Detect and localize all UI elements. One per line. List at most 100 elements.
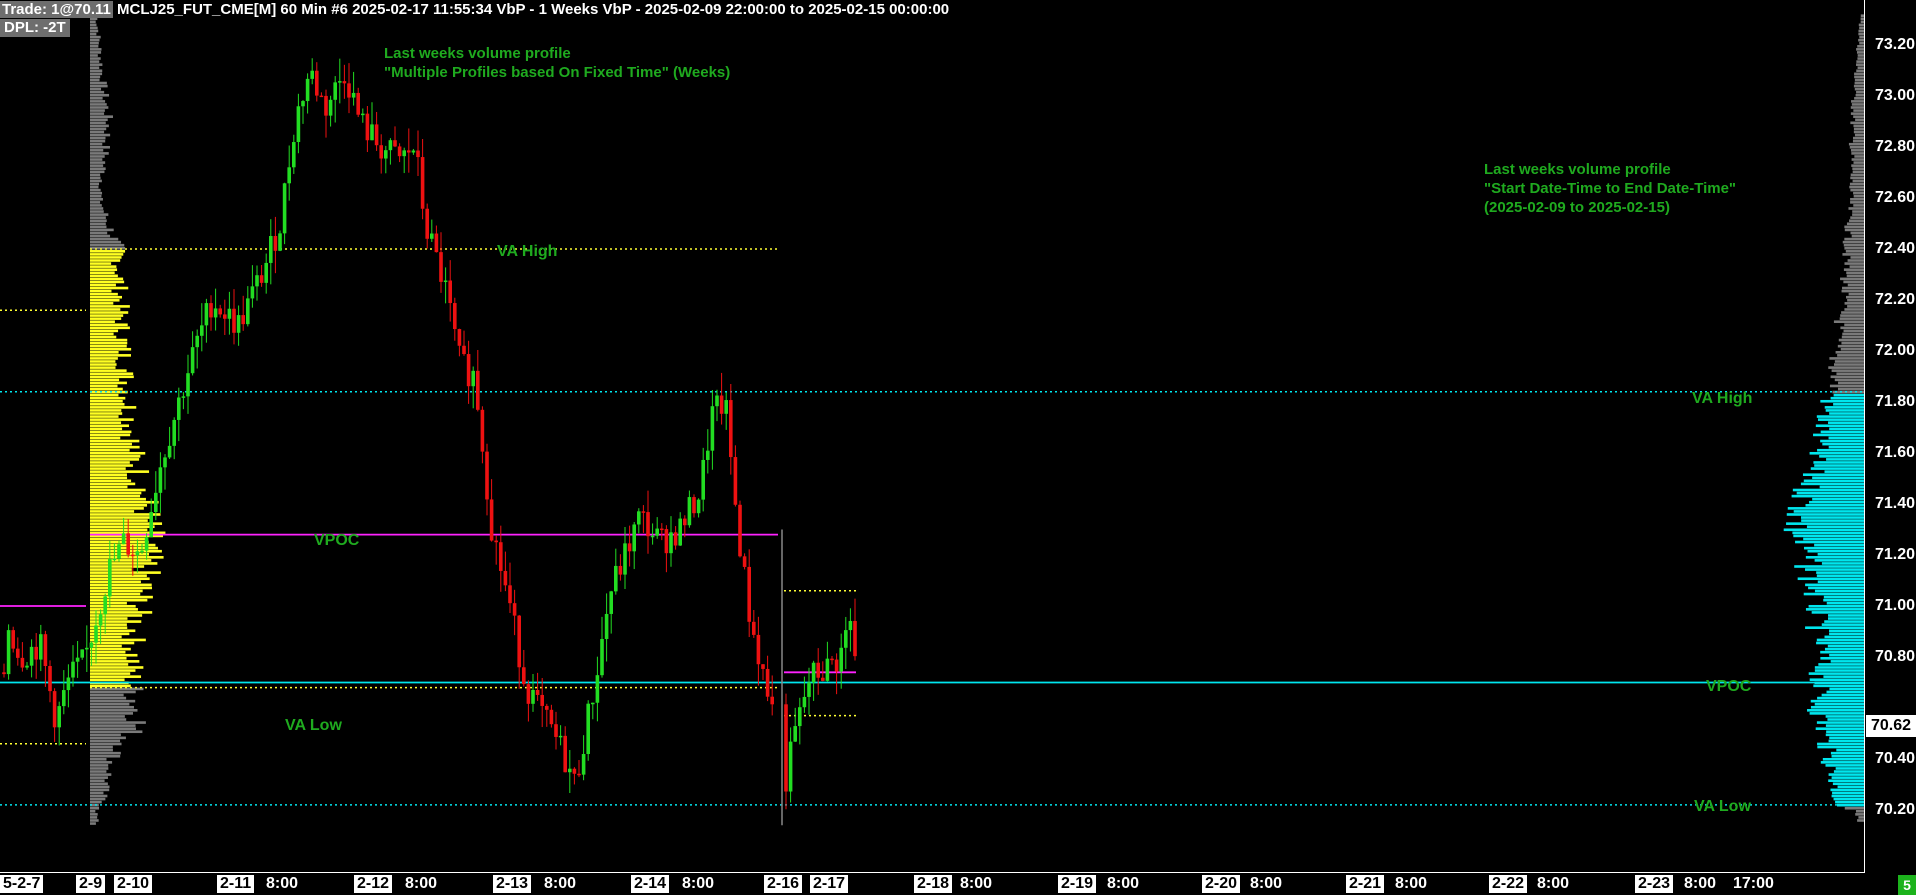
left-profile-bar	[90, 727, 136, 730]
left-profile-bar	[90, 574, 147, 577]
left-profile-bar	[90, 81, 107, 85]
right-profile-bar	[1791, 494, 1864, 498]
candle-body	[798, 707, 802, 727]
right-profile-bar	[1851, 103, 1864, 106]
candle-body	[397, 146, 402, 157]
price-chart[interactable]	[0, 0, 1916, 895]
candle-body	[259, 275, 264, 283]
left-profile-bar	[90, 149, 104, 152]
left-profile-bar	[90, 393, 119, 397]
left-profile-bar	[90, 427, 123, 431]
left-vpoc-label: VPOC	[314, 532, 360, 549]
left-profile-bar	[90, 38, 100, 42]
left-profile-bar	[90, 145, 110, 149]
left-va-low-label: VA Low	[285, 717, 342, 734]
left-profile-bar	[90, 614, 143, 617]
candle-body	[853, 620, 857, 657]
corner-badge: 5	[1898, 875, 1916, 895]
left-profile-bar	[90, 724, 136, 727]
right-profile-bar	[1786, 522, 1864, 525]
candle-body	[563, 735, 567, 773]
left-profile-bar	[90, 179, 102, 183]
left-profile-bar	[90, 243, 125, 247]
right-profile-bar	[1825, 724, 1864, 727]
left-profile-bar	[90, 712, 133, 715]
right-profile-bar	[1832, 782, 1864, 786]
candle-body	[480, 409, 485, 452]
candle-body	[407, 150, 411, 153]
left-profile-bar	[90, 445, 140, 449]
candle-body	[204, 303, 209, 326]
candle-body	[687, 497, 692, 526]
left-profile-bar	[90, 806, 100, 810]
right-profile-bar	[1822, 442, 1864, 446]
left-profile-bar	[90, 308, 121, 311]
right-profile-bar	[1793, 510, 1864, 513]
right-profile-bar	[1808, 604, 1864, 608]
candle-body	[98, 614, 103, 626]
candle-body	[756, 634, 761, 665]
right-profile-bar	[1837, 387, 1864, 391]
candle-body	[402, 150, 406, 157]
candle-body	[586, 703, 590, 755]
right-profile-bar	[1828, 739, 1864, 743]
left-profile-bar	[90, 528, 148, 532]
candle-body	[273, 236, 278, 251]
candle-body	[167, 445, 172, 458]
left-profile-bar	[90, 696, 127, 700]
left-profile-bar	[90, 363, 117, 366]
left-profile-bar	[90, 32, 97, 36]
right-profile-bar	[1820, 761, 1864, 764]
left-profile-bar	[90, 280, 125, 284]
candle-body	[282, 183, 287, 234]
left-profile-bar	[90, 41, 99, 45]
right-profile-bar	[1850, 201, 1864, 204]
candle-body	[218, 308, 222, 315]
right-profile-bar	[1797, 577, 1864, 581]
right-profile-bar	[1840, 326, 1864, 330]
candle-body	[471, 370, 475, 387]
left-profile-bar	[90, 63, 103, 66]
right-profile-bar	[1837, 354, 1864, 357]
left-profile-bar	[90, 225, 107, 229]
left-profile-bar	[90, 106, 109, 109]
candle-body	[57, 706, 61, 728]
right-profile-bar	[1828, 436, 1864, 440]
left-profile-bar	[90, 451, 146, 455]
left-profile-bar	[90, 715, 125, 718]
left-profile-bar	[90, 45, 99, 48]
candle-body	[333, 82, 337, 100]
right-profile-bar	[1845, 295, 1864, 299]
right-profile-bar	[1825, 764, 1864, 767]
left-profile-bar	[90, 69, 103, 73]
left-profile-bar	[90, 754, 121, 758]
left-profile-bar	[90, 442, 132, 446]
candle-body	[494, 540, 498, 543]
candle-body	[158, 467, 163, 493]
left-profile-bar	[90, 467, 126, 470]
left-profile-bar	[90, 448, 130, 452]
left-profile-bar	[90, 231, 108, 235]
right-profile-bar	[1829, 427, 1864, 431]
left-profile-bar	[90, 653, 138, 657]
left-profile-bar	[90, 185, 99, 189]
right-profile-bar	[1817, 580, 1864, 584]
left-profile-bar	[90, 482, 136, 486]
candle-body	[733, 457, 738, 505]
candle-body	[296, 106, 301, 143]
right-profile-bar	[1818, 663, 1864, 666]
left-profile-bar	[90, 583, 152, 587]
candle-body	[706, 450, 710, 460]
date-label: 2-13	[493, 875, 532, 893]
left-profile-bar	[90, 176, 101, 180]
right-profile-bar	[1809, 451, 1864, 455]
left-profile-bar	[90, 672, 131, 675]
right-profile-bar	[1836, 372, 1864, 376]
candle-body	[379, 145, 383, 159]
left-profile-bar	[90, 286, 129, 290]
left-profile-bar	[90, 580, 141, 584]
candle-body	[655, 528, 659, 536]
right-profile-bar	[1835, 800, 1864, 804]
right-profile-bar	[1847, 298, 1864, 302]
right-profile-bar	[1816, 415, 1864, 418]
